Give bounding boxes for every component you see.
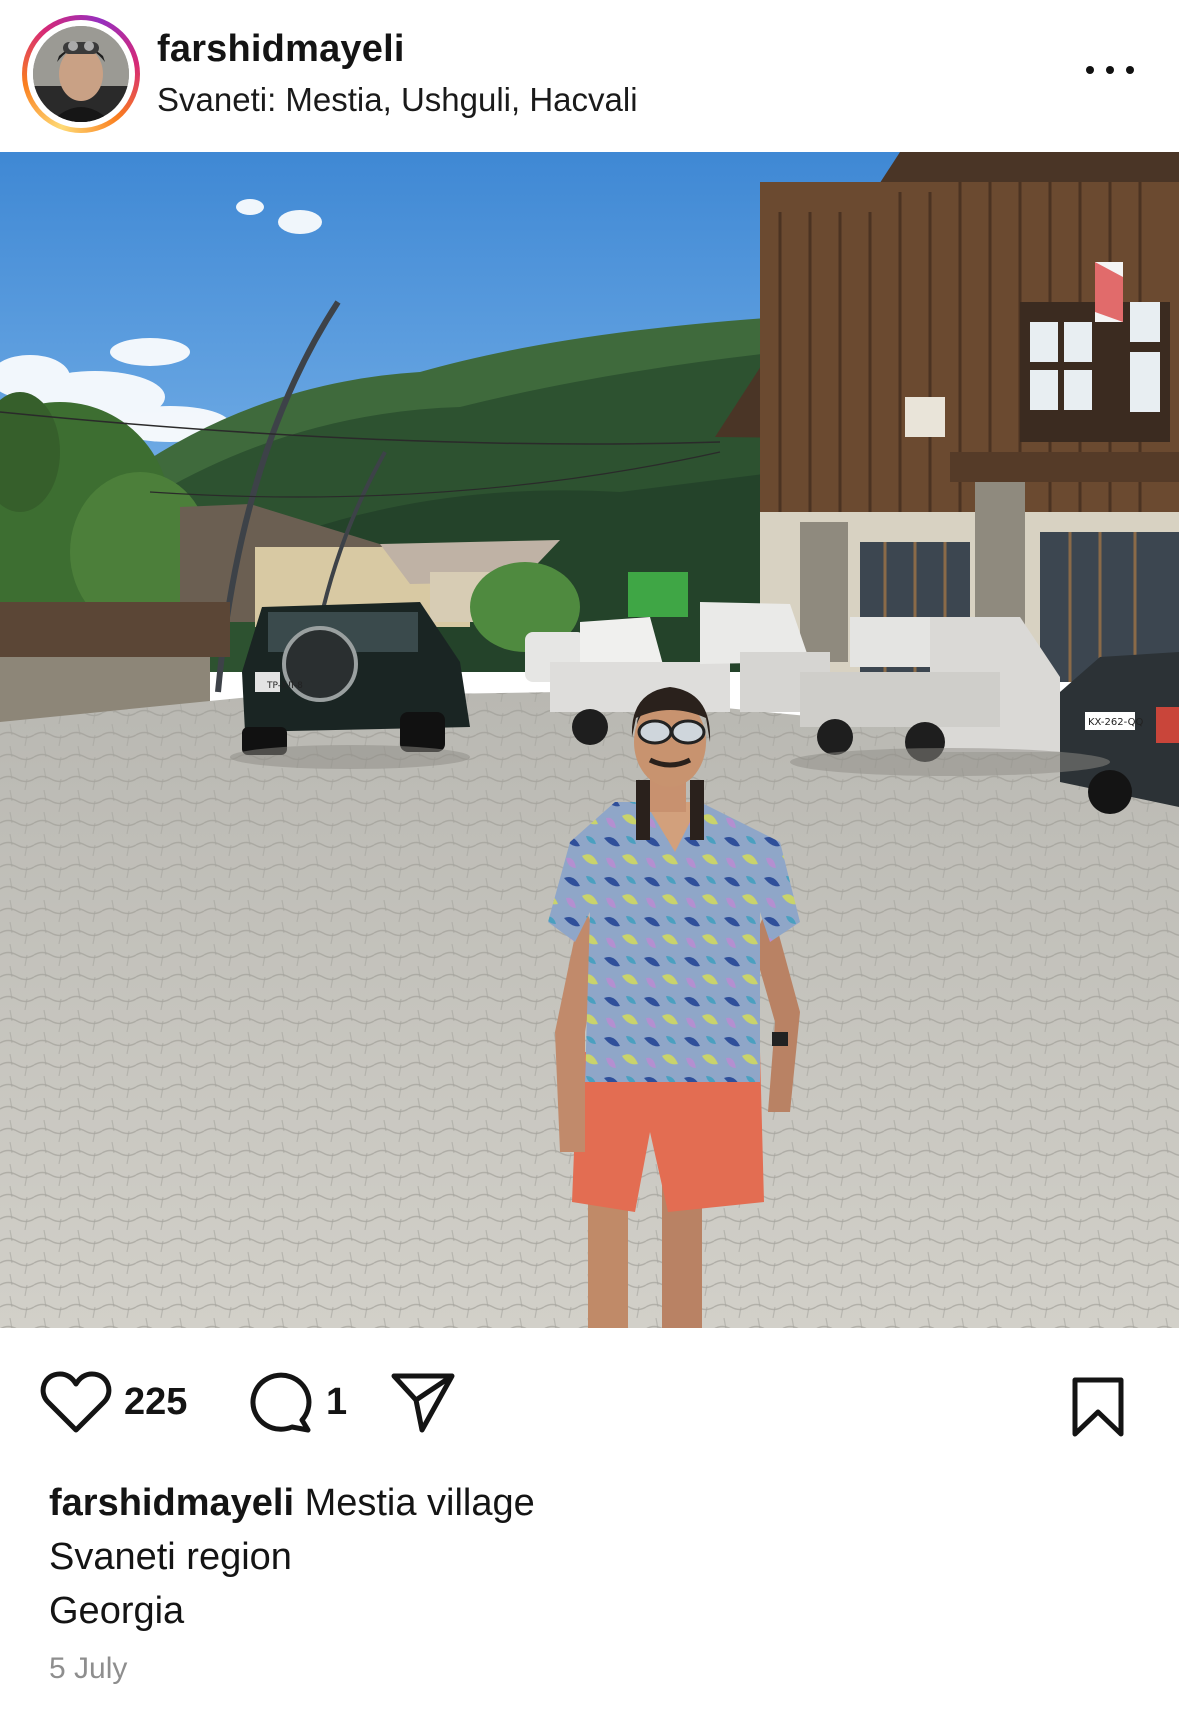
heart-icon (40, 1371, 112, 1433)
comment-button[interactable]: 1 (248, 1370, 347, 1434)
more-options-icon[interactable] (1080, 55, 1140, 85)
post-photo[interactable]: TP-ХЛ-8 KX-262-QQ (0, 152, 1179, 1328)
post-caption: farshidmayeli Mestia village Svaneti reg… (49, 1476, 1129, 1638)
caption-username[interactable]: farshidmayeli (49, 1482, 294, 1524)
bookmark-icon (1072, 1377, 1124, 1437)
paper-plane-icon (391, 1373, 455, 1433)
avatar[interactable] (33, 26, 129, 122)
like-button[interactable]: 225 (40, 1370, 187, 1434)
post-date: 5 July (49, 1652, 128, 1685)
save-button[interactable] (1070, 1376, 1126, 1443)
action-bar: 225 1 (0, 1340, 1179, 1470)
caption-line-2: Svaneti region (49, 1536, 292, 1578)
comment-bubble-icon (250, 1372, 312, 1433)
post-header: farshidmayeli Svaneti: Mestia, Ushguli, … (0, 0, 1179, 150)
comment-count[interactable]: 1 (326, 1381, 347, 1424)
share-button[interactable] (390, 1370, 456, 1434)
caption-line-3: Georgia (49, 1590, 185, 1632)
story-ring[interactable] (22, 15, 140, 133)
suv-plate: TP-ХЛ-8 (266, 681, 303, 691)
header-location[interactable]: Svaneti: Mestia, Ushguli, Hacvali (157, 81, 638, 119)
header-username[interactable]: farshidmayeli (157, 28, 405, 71)
like-count[interactable]: 225 (124, 1381, 187, 1424)
caption-line-1: Mestia village (304, 1482, 535, 1524)
sedan-plate: KX-262-QQ (1088, 717, 1143, 728)
